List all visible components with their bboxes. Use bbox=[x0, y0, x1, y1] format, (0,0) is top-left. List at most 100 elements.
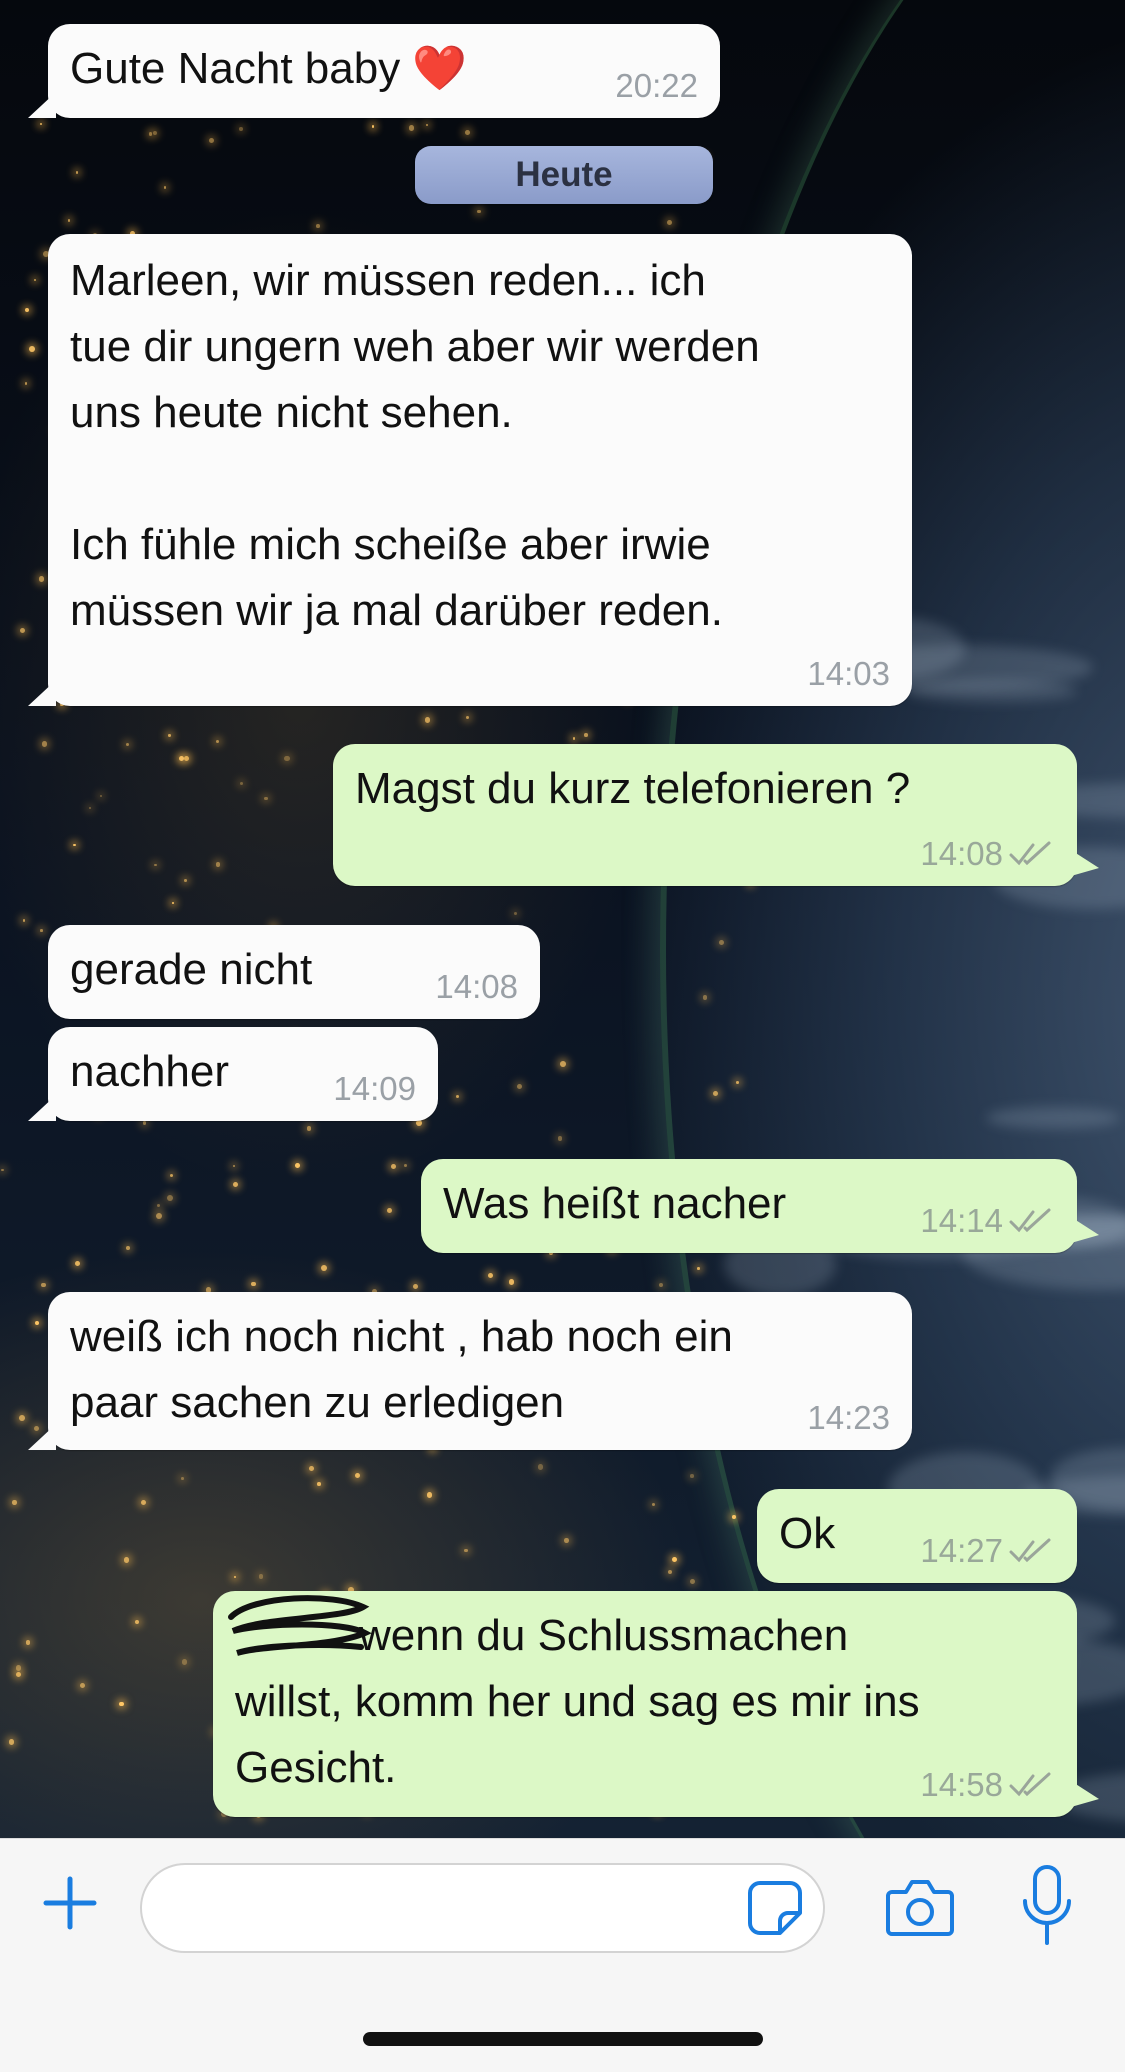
city-light bbox=[238, 127, 243, 131]
message-text: Magst du kurz telefonieren ? bbox=[355, 764, 911, 813]
message-text: nachher bbox=[70, 1047, 230, 1096]
message-bubble-outgoing[interactable]: wenn du Schlussmachen willst, komm her u… bbox=[213, 1591, 1099, 1817]
camera-icon[interactable] bbox=[880, 1869, 960, 1945]
city-light bbox=[73, 843, 76, 847]
city-light bbox=[387, 1208, 392, 1214]
double-check-icon bbox=[1009, 1208, 1051, 1233]
message-bubble-outgoing[interactable]: Magst du kurz telefonieren ? 14:08 bbox=[333, 744, 1099, 886]
city-light bbox=[427, 1492, 433, 1498]
city-light bbox=[40, 929, 43, 932]
message-text: Ok bbox=[779, 1509, 836, 1558]
city-light bbox=[33, 278, 36, 282]
plus-icon[interactable] bbox=[36, 1869, 104, 1937]
city-light bbox=[134, 1619, 139, 1625]
city-light bbox=[75, 1261, 81, 1267]
city-light bbox=[1, 1168, 4, 1171]
redaction-scribble bbox=[228, 1595, 372, 1656]
city-light bbox=[294, 1162, 300, 1168]
message-input[interactable] bbox=[140, 1863, 825, 1953]
city-light bbox=[156, 1212, 163, 1219]
message-bubble-outgoing[interactable]: Ok 14:27 bbox=[757, 1489, 1077, 1583]
message-text: Gute Nacht baby ❤️ bbox=[70, 44, 468, 93]
city-light bbox=[215, 739, 220, 744]
city-light bbox=[156, 1204, 161, 1208]
city-light bbox=[178, 755, 185, 762]
city-light bbox=[513, 911, 517, 916]
city-light bbox=[239, 781, 244, 786]
city-light bbox=[19, 628, 25, 634]
city-light bbox=[424, 717, 431, 723]
city-light bbox=[183, 756, 190, 762]
city-light bbox=[25, 1640, 31, 1645]
city-light bbox=[354, 1472, 361, 1478]
message-bubble-incoming[interactable]: Gute Nacht baby ❤️ 20:22 bbox=[28, 24, 720, 118]
city-light bbox=[233, 1575, 237, 1578]
city-light bbox=[24, 382, 28, 385]
city-light bbox=[123, 1557, 130, 1563]
message-time: 14:08 bbox=[920, 836, 1055, 872]
city-light bbox=[316, 224, 321, 228]
city-light bbox=[672, 1556, 678, 1562]
city-light bbox=[651, 1502, 655, 1506]
city-light bbox=[169, 1174, 173, 1178]
city-light bbox=[307, 1126, 312, 1131]
message-bubble-outgoing[interactable]: Was heißt nacher 14:14 bbox=[421, 1159, 1099, 1253]
date-separator: Heute bbox=[415, 146, 713, 204]
city-light bbox=[171, 901, 174, 904]
double-check-icon bbox=[1009, 1772, 1051, 1797]
city-light bbox=[38, 576, 45, 582]
home-indicator[interactable] bbox=[363, 2032, 763, 2046]
city-light bbox=[697, 1267, 700, 1270]
message-text: Marleen, wir müssen reden... ich tue dir… bbox=[70, 256, 760, 635]
message-time: 14:08 bbox=[435, 968, 518, 1005]
message-bubble-incoming[interactable]: Marleen, wir müssen reden... ich tue dir… bbox=[28, 234, 912, 706]
cloud-wisp bbox=[986, 1106, 1121, 1129]
city-light bbox=[209, 137, 215, 143]
message-bubble-incoming[interactable]: nachher 14:09 bbox=[28, 1027, 438, 1121]
city-light bbox=[233, 1181, 239, 1187]
city-light bbox=[258, 1573, 264, 1579]
city-light bbox=[718, 939, 724, 945]
city-light bbox=[477, 209, 482, 214]
city-light bbox=[15, 1665, 22, 1671]
city-light bbox=[181, 1477, 184, 1481]
city-light bbox=[40, 1282, 46, 1288]
message-text: Was heißt nacher bbox=[443, 1179, 787, 1228]
city-light bbox=[732, 1515, 736, 1519]
city-light bbox=[668, 1569, 673, 1574]
message-bubble-incoming[interactable]: weiß ich noch nicht , hab noch ein paar … bbox=[28, 1292, 912, 1450]
city-light bbox=[168, 734, 171, 737]
city-light bbox=[19, 1415, 25, 1422]
city-light bbox=[88, 806, 92, 810]
city-light bbox=[22, 918, 26, 922]
city-light bbox=[15, 1671, 21, 1678]
message-bubble-incoming[interactable]: gerade nicht 14:08 bbox=[48, 925, 540, 1019]
city-light bbox=[100, 795, 103, 798]
city-light bbox=[79, 1683, 85, 1689]
city-light bbox=[126, 1246, 131, 1251]
city-light bbox=[557, 1135, 563, 1141]
city-light bbox=[371, 125, 375, 128]
city-light bbox=[163, 186, 166, 189]
city-light bbox=[182, 1659, 188, 1665]
city-light bbox=[408, 125, 415, 131]
city-light bbox=[425, 123, 428, 126]
city-light bbox=[39, 122, 43, 126]
city-light bbox=[148, 132, 153, 136]
city-light bbox=[140, 1500, 147, 1506]
microphone-icon[interactable] bbox=[1012, 1861, 1082, 1951]
city-light bbox=[412, 1283, 418, 1289]
double-check-icon bbox=[1009, 1538, 1051, 1563]
city-light bbox=[391, 1164, 397, 1169]
city-light bbox=[404, 1163, 408, 1168]
sticker-icon[interactable] bbox=[742, 1875, 808, 1941]
city-light bbox=[41, 741, 48, 747]
message-time: 14:23 bbox=[807, 1399, 890, 1436]
message-time: 14:27 bbox=[920, 1533, 1055, 1569]
city-light bbox=[29, 346, 36, 353]
city-light bbox=[125, 743, 129, 747]
city-light bbox=[24, 307, 29, 312]
city-light bbox=[34, 1320, 40, 1326]
city-light bbox=[263, 796, 268, 801]
city-light bbox=[321, 1265, 328, 1272]
